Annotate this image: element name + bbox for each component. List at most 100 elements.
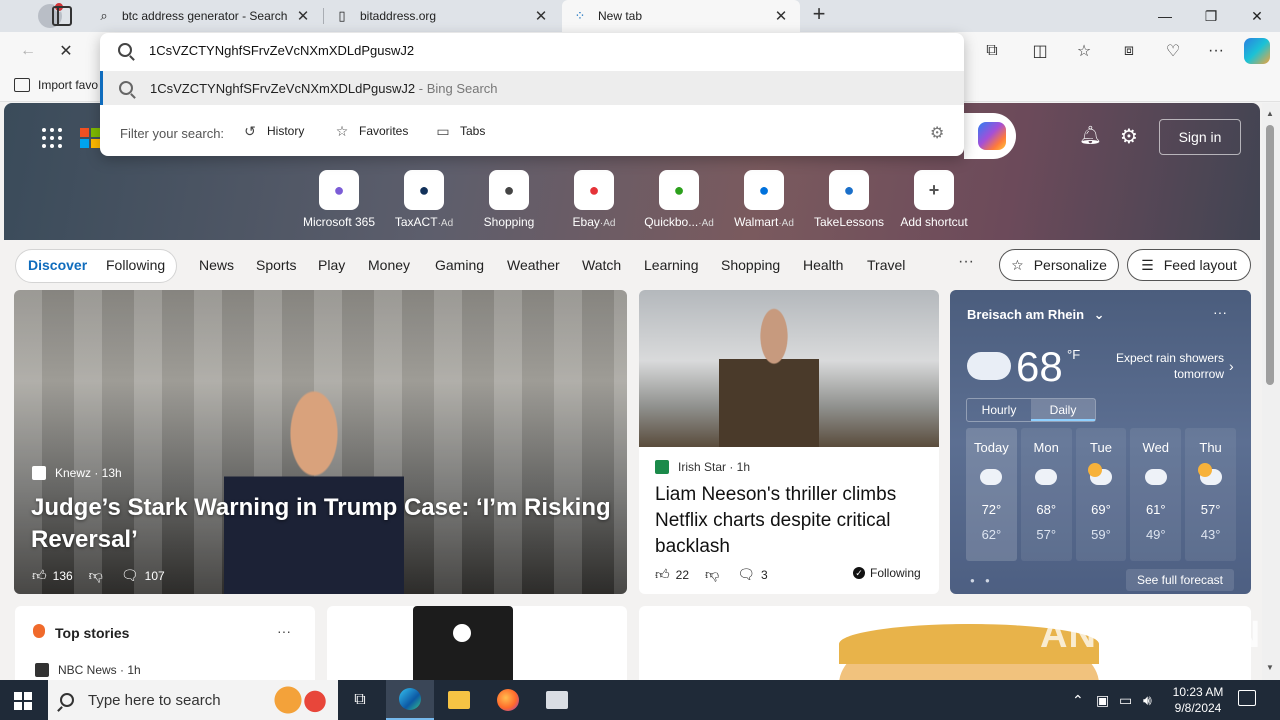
close-icon[interactable]: ✕ [294,7,312,25]
nav-gaming[interactable]: Gaming [435,257,484,273]
taskbar-search[interactable]: Type here to search [48,680,338,720]
new-tab-button[interactable]: + [807,3,831,27]
comment-icon[interactable]: 🗨︎ [121,567,139,584]
more-options-icon[interactable]: ··· [277,623,291,639]
filter-history-button[interactable]: ↺ History [242,123,304,139]
tab-hourly[interactable]: Hourly [967,399,1031,421]
tab-actions-icon[interactable] [52,6,72,26]
notifications-icon[interactable] [1238,690,1256,706]
shortcut-tile[interactable]: ● TakeLessons [809,170,889,229]
network-icon[interactable]: ▭ [1119,692,1132,709]
page-scrollbar[interactable]: ▲ ▼ [1262,103,1280,680]
shortcut-tile[interactable]: ● Microsoft 365 [299,170,379,229]
nav-sports[interactable]: Sports [256,257,296,273]
like-icon[interactable]: 👍︎ [655,566,670,583]
mid-story-card[interactable]: Irish Star · 1h Liam Neeson's thriller c… [639,290,939,594]
filter-favorites-button[interactable]: ☆ Favorites [334,123,409,139]
address-input[interactable]: 1CsVZCTYNghfSFrvZeVcNXmXDLdPguswJ2 [149,43,414,58]
forecast-day[interactable]: Wed 61° 49° [1130,428,1182,561]
dislike-icon[interactable]: 👎︎ [89,567,103,584]
story-title[interactable]: Liam Neeson's thriller climbs Netflix ch… [655,482,925,560]
nav-money[interactable]: Money [368,257,410,273]
tab-bitaddress[interactable]: ▯ bitaddress.org ✕ [324,0,560,32]
nav-play[interactable]: Play [318,257,345,273]
personalize-button[interactable]: ☆ Personalize [999,249,1119,281]
stop-loading-button[interactable]: ✕ [54,39,78,63]
nav-shopping[interactable]: Shopping [721,257,780,273]
chevron-right-icon[interactable]: › [1229,358,1234,374]
top-story-source[interactable]: NBC News · 1h [35,663,141,677]
copilot-search-button[interactable] [964,113,1016,159]
volume-icon[interactable]: 🔊︎ [1143,692,1152,709]
like-icon[interactable]: 👍︎ [32,567,47,584]
forecast-day[interactable]: Today 72° 62° [966,428,1017,561]
copilot-icon[interactable] [1244,38,1270,64]
shortcut-tile[interactable]: ● Walmart·Ad [724,170,804,229]
sign-in-button[interactable]: Sign in [1159,119,1241,155]
shortcut-tile[interactable]: ● Ebay·Ad [554,170,634,229]
task-view-button[interactable]: ⧉ [336,680,384,720]
nav-news[interactable]: News [199,257,234,273]
nav-travel[interactable]: Travel [867,257,905,273]
collections-icon[interactable]: ⧈ [1117,39,1141,63]
notifications-bell-icon[interactable]: 🔔︎ [1079,125,1102,146]
weather-summary[interactable]: Expect rain showers tomorrow [1096,350,1224,382]
system-clock[interactable]: 10:23 AM 9/8/2024 [1170,684,1226,716]
settings-gear-icon[interactable]: ⚙ [1120,124,1138,149]
taskbar-app[interactable] [533,680,581,720]
app-launcher-icon[interactable] [42,128,62,148]
shortcut-tile[interactable]: + Add shortcut [894,170,974,229]
nav-learning[interactable]: Learning [644,257,699,273]
product-card[interactable] [327,606,627,680]
favorites-icon[interactable]: ☆ [1072,39,1096,63]
main-story-card[interactable]: Knewz · 13h Judge’s Stark Warning in Tru… [14,290,627,594]
restore-button[interactable]: ❐ [1188,0,1234,32]
gear-icon[interactable]: ⚙ [930,123,944,143]
filter-tabs-button[interactable]: ▭ Tabs [435,123,485,139]
story-title[interactable]: Judge’s Stark Warning in Trump Case: ‘I’… [31,492,611,556]
tab-following[interactable]: Following [106,257,165,273]
taskbar-file-explorer[interactable] [435,680,483,720]
minimize-button[interactable]: — [1142,0,1188,32]
nav-more-icon[interactable]: ··· [958,253,974,271]
forecast-day[interactable]: Tue 69° 59° [1075,428,1127,561]
nav-watch[interactable]: Watch [582,257,621,273]
tab-new-tab[interactable]: ⁘ New tab ✕ [562,0,800,32]
back-button[interactable]: ← [16,39,40,63]
shortcut-tile[interactable]: ● Shopping [469,170,549,229]
close-icon[interactable]: ✕ [532,7,550,25]
scroll-down-arrow-icon[interactable]: ▼ [1266,663,1274,672]
nav-weather[interactable]: Weather [507,257,560,273]
more-options-icon[interactable]: ··· [1213,304,1227,320]
forecast-day[interactable]: Mon 68° 57° [1020,428,1072,561]
weather-card[interactable]: Breisach am Rhein ⌄ ··· 68 °F Expect rai… [950,290,1251,594]
tray-chevron-up-icon[interactable]: ⌃ [1072,692,1084,709]
see-full-forecast-button[interactable]: See full forecast [1126,569,1234,591]
nav-health[interactable]: Health [803,257,843,273]
following-button[interactable]: ✓ Following [853,566,921,580]
tab-btc-search[interactable]: ⌕ btc address generator - Search ✕ [86,0,322,32]
split-screen-icon[interactable]: ◫ [1028,39,1052,63]
taskbar-edge[interactable] [386,680,434,720]
shortcut-tile[interactable]: ● Quickbo...·Ad [639,170,719,229]
search-suggestion[interactable]: 1CsVZCTYNghfSFrvZeVcNXmXDLdPguswJ2 - Bin… [100,71,964,105]
close-icon[interactable]: ✕ [772,7,790,25]
meet-now-icon[interactable]: ▣ [1096,692,1109,709]
more-menu-icon[interactable]: ··· [1204,39,1228,63]
windows-start-button[interactable] [14,692,32,710]
address-bar[interactable]: 1CsVZCTYNghfSFrvZeVcNXmXDLdPguswJ2 [100,33,964,69]
scroll-up-arrow-icon[interactable]: ▲ [1266,109,1274,118]
close-window-button[interactable]: ✕ [1234,0,1280,32]
forecast-day[interactable]: Thu 57° 43° [1185,428,1236,561]
taskbar-firefox[interactable] [484,680,532,720]
weather-location[interactable]: Breisach am Rhein ⌄ [967,307,1105,323]
shortcut-tile[interactable]: ● TaxACT·Ad [384,170,464,229]
import-favorites-link[interactable]: Import favo [14,78,98,92]
scroll-thumb[interactable] [1266,125,1274,385]
comment-icon[interactable]: 🗨︎ [737,566,755,583]
extensions-icon[interactable]: ⧉ [980,39,1004,63]
dislike-icon[interactable]: 👎︎ [705,566,719,583]
browser-essentials-icon[interactable]: ♡ [1161,39,1185,63]
tab-daily[interactable]: Daily [1031,399,1095,421]
feed-layout-button[interactable]: ☰ Feed layout [1127,249,1251,281]
